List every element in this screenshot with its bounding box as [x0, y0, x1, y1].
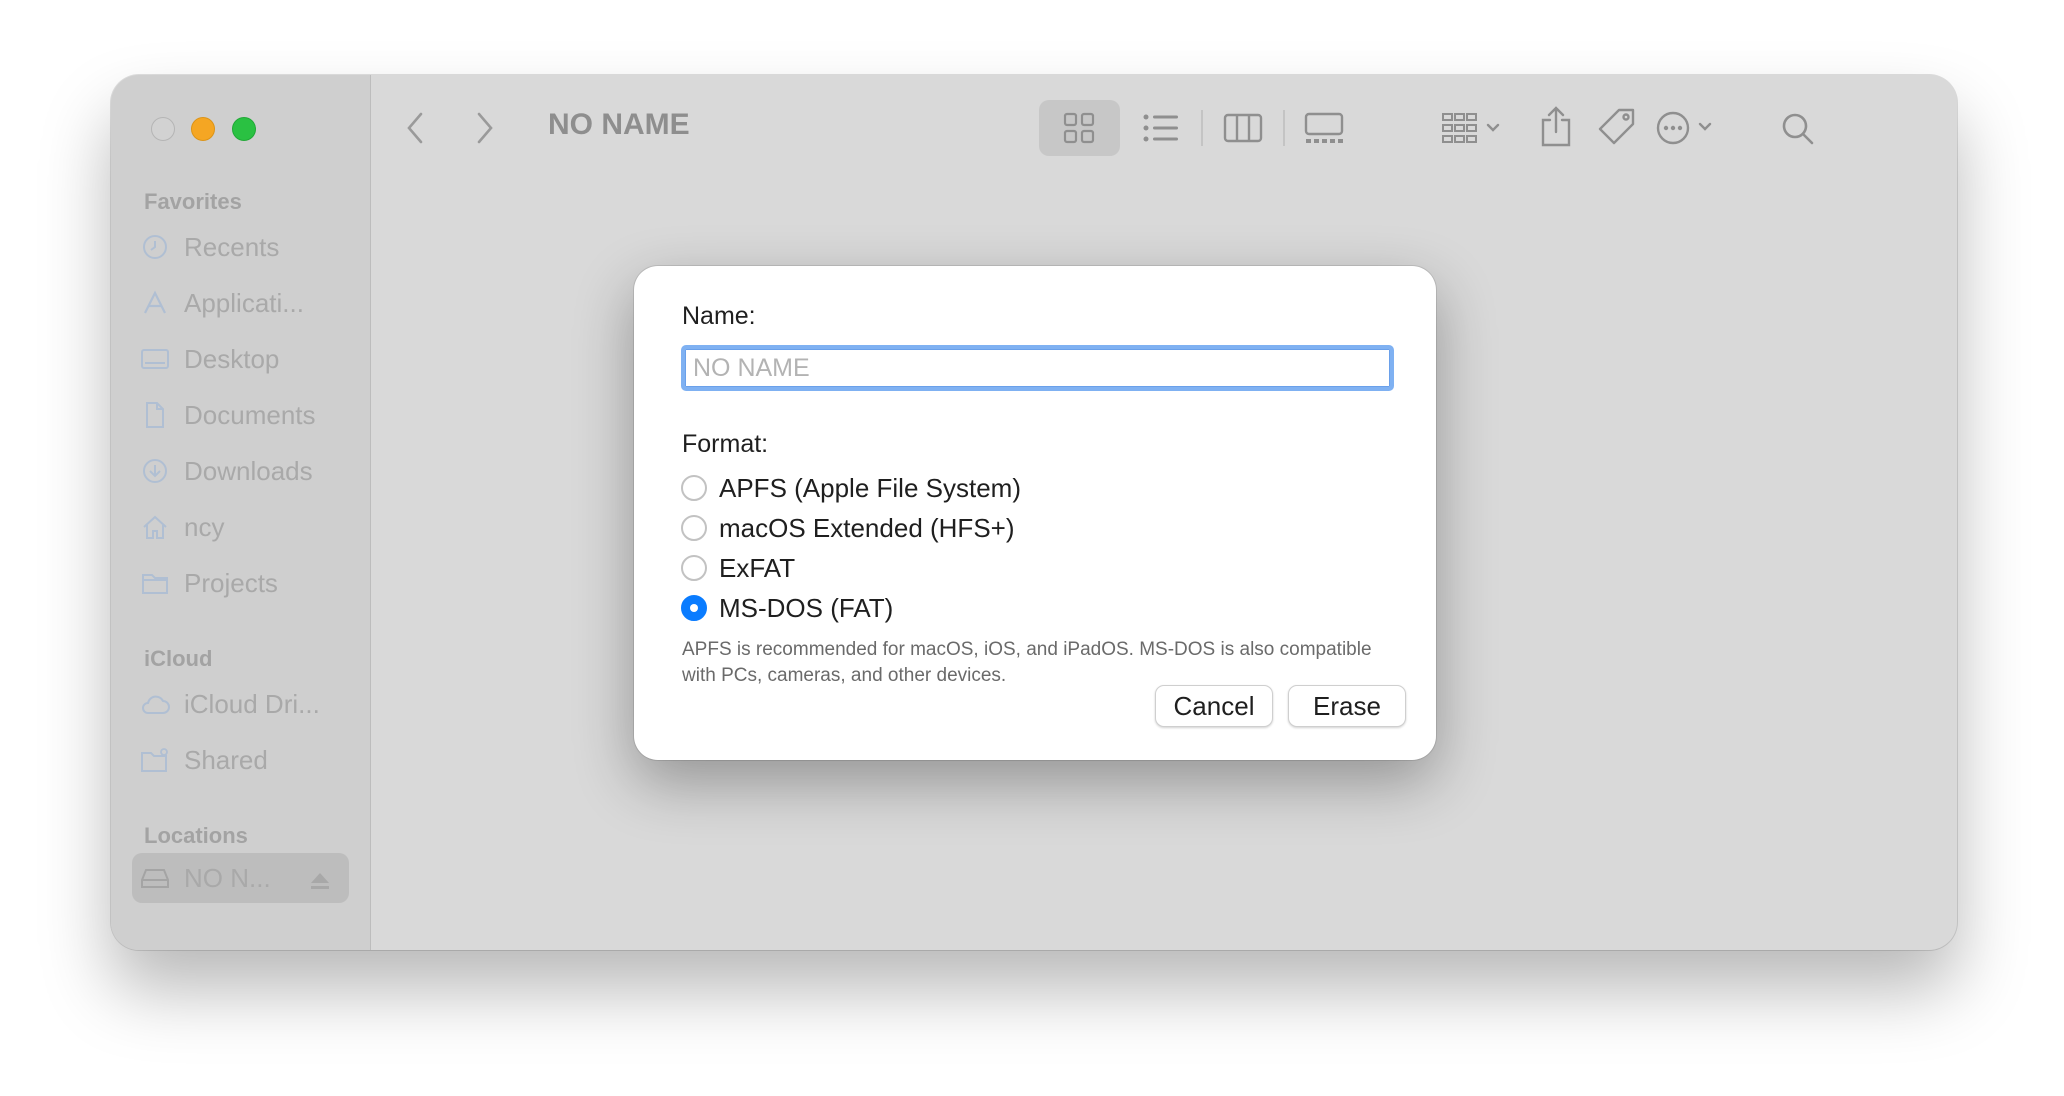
- toolbar-divider: [1283, 110, 1285, 146]
- sidebar-item-documents[interactable]: Documents: [132, 390, 349, 440]
- document-icon: [140, 400, 170, 430]
- sidebar-item-applications[interactable]: Applicati...: [132, 278, 349, 328]
- sidebar-item-downloads[interactable]: Downloads: [132, 446, 349, 496]
- sidebar-item-label: iCloud Dri...: [184, 688, 320, 719]
- sidebar-item-label: Projects: [184, 567, 278, 598]
- applications-icon: [140, 288, 170, 318]
- sidebar-item-label: ncy: [184, 511, 225, 542]
- sidebar-item-desktop[interactable]: Desktop: [132, 334, 349, 384]
- list-view-icon[interactable]: [1136, 111, 1186, 145]
- format-option-hfs-plus[interactable]: macOS Extended (HFS+): [681, 512, 1015, 544]
- toolbar: NO NAME: [370, 75, 1957, 179]
- radio-button[interactable]: [681, 555, 707, 581]
- maximize-window-button[interactable]: [232, 117, 256, 141]
- radio-button[interactable]: [681, 475, 707, 501]
- cancel-button[interactable]: Cancel: [1155, 685, 1273, 727]
- format-option-label: ExFAT: [719, 552, 796, 583]
- format-option-label: MS-DOS (FAT): [719, 592, 894, 623]
- sidebar-item-shared[interactable]: Shared: [132, 735, 349, 785]
- close-window-button[interactable]: [151, 117, 175, 141]
- format-option-ms-dos[interactable]: MS-DOS (FAT): [681, 592, 893, 624]
- window-title: NO NAME: [548, 108, 690, 141]
- minimize-window-button[interactable]: [191, 117, 215, 141]
- download-icon: [140, 456, 170, 486]
- sidebar-item-home[interactable]: ncy: [132, 502, 349, 552]
- share-icon[interactable]: [1536, 102, 1576, 150]
- sidebar-item-label: Recents: [184, 231, 280, 262]
- column-view-icon[interactable]: [1218, 111, 1268, 145]
- format-option-apfs[interactable]: APFS (Apple File System): [681, 472, 1021, 504]
- radio-button-selected[interactable]: [681, 595, 707, 621]
- sidebar: Favorites Recents Applicati... Desktop D…: [111, 75, 371, 950]
- sidebar-item-no-name-drive[interactable]: NO N...: [132, 853, 349, 903]
- sidebar-item-label: Shared: [184, 744, 268, 775]
- icon-view-icon[interactable]: [1054, 111, 1104, 145]
- shared-folder-icon: [140, 745, 170, 775]
- format-option-label: macOS Extended (HFS+): [719, 512, 1015, 543]
- sidebar-item-label: Desktop: [184, 343, 280, 374]
- tag-icon[interactable]: [1595, 105, 1639, 149]
- back-button[interactable]: [400, 108, 430, 148]
- home-icon: [140, 512, 170, 542]
- search-icon[interactable]: [1778, 109, 1818, 149]
- sidebar-item-label: NO N...: [184, 862, 271, 893]
- radio-button[interactable]: [681, 515, 707, 541]
- toolbar-divider: [1201, 110, 1203, 146]
- folder-icon: [140, 568, 170, 598]
- sidebar-section-locations: Locations: [144, 823, 248, 848]
- sidebar-item-label: Downloads: [184, 455, 313, 486]
- format-option-exfat[interactable]: ExFAT: [681, 552, 795, 584]
- sidebar-section-favorites: Favorites: [144, 189, 242, 214]
- drive-icon: [140, 863, 170, 893]
- sidebar-item-icloud-drive[interactable]: iCloud Dri...: [132, 679, 349, 729]
- name-label: Name:: [682, 302, 756, 330]
- sidebar-item-label: Applicati...: [184, 287, 304, 318]
- erase-button[interactable]: Erase: [1288, 685, 1406, 727]
- sidebar-item-recents[interactable]: Recents: [132, 222, 349, 272]
- format-help-text: APFS is recommended for macOS, iOS, and …: [682, 639, 1372, 686]
- format-label: Format:: [682, 430, 769, 458]
- gallery-view-icon[interactable]: [1299, 111, 1349, 145]
- forward-button[interactable]: [470, 108, 500, 148]
- sidebar-item-label: Documents: [184, 399, 316, 430]
- eject-icon[interactable]: [309, 867, 331, 898]
- cloud-icon: [140, 689, 170, 719]
- sidebar-item-projects[interactable]: Projects: [132, 558, 349, 608]
- erase-dialog: Name: Format: APFS (Apple File System) m…: [634, 266, 1436, 760]
- desktop-icon: [140, 344, 170, 374]
- clock-icon: [140, 232, 170, 262]
- group-by-icon[interactable]: [1441, 111, 1503, 145]
- format-option-label: APFS (Apple File System): [719, 472, 1021, 503]
- more-actions-icon[interactable]: [1656, 109, 1726, 147]
- sidebar-section-icloud: iCloud: [144, 646, 213, 671]
- name-input[interactable]: [681, 345, 1394, 391]
